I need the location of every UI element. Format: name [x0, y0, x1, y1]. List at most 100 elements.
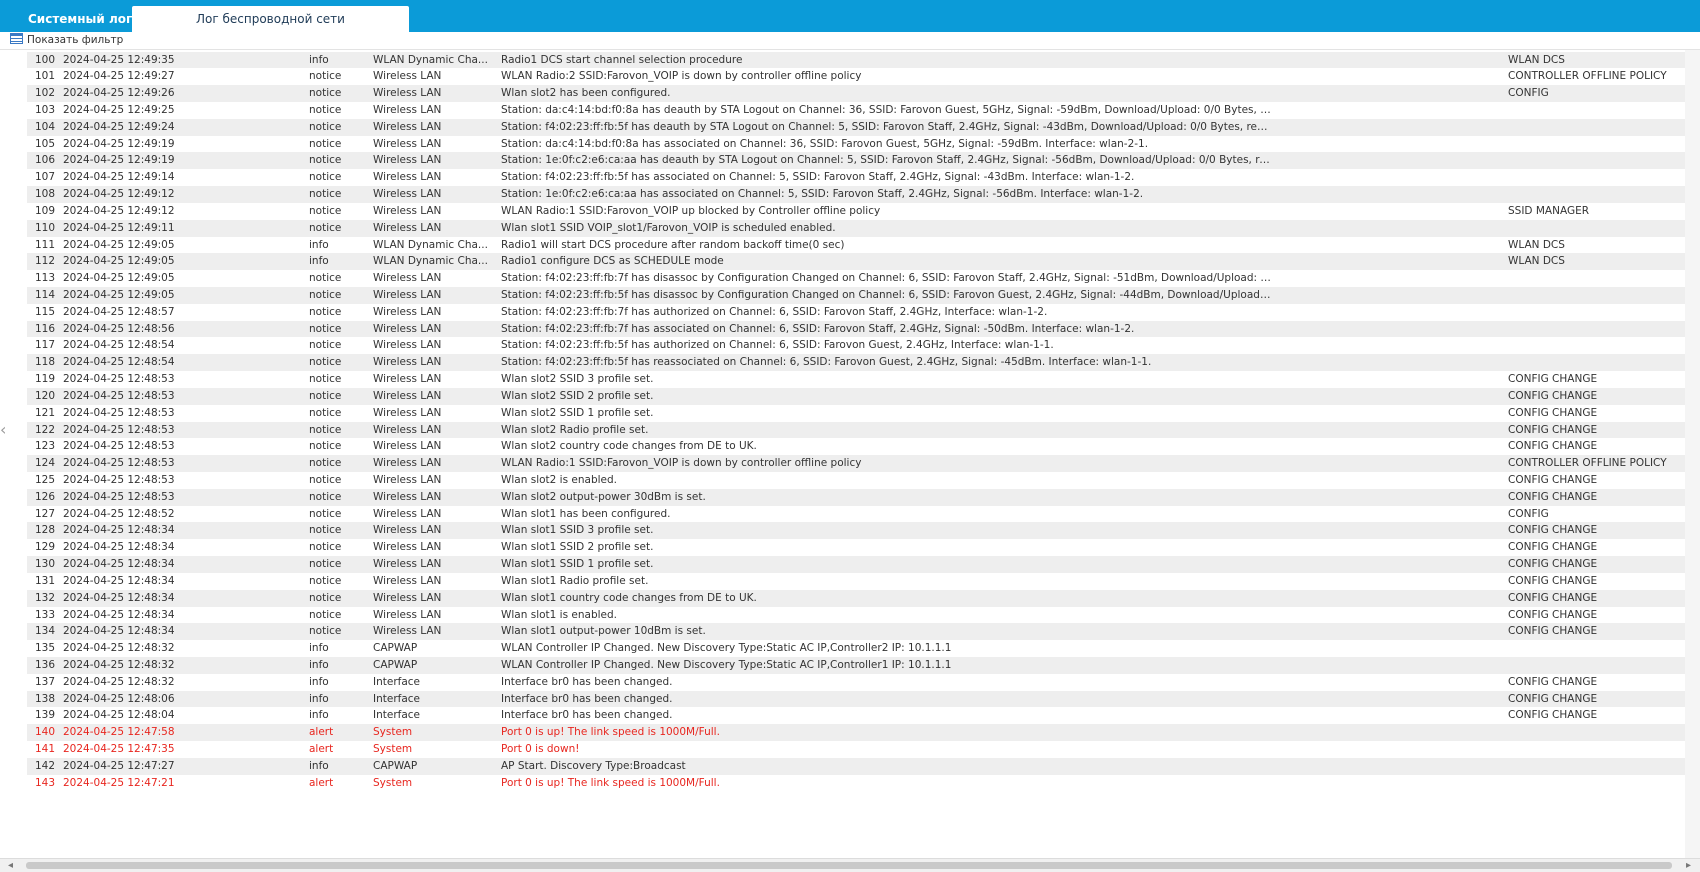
row-timestamp: 2024-04-25 12:48:57	[63, 305, 175, 318]
log-row[interactable]: 138 2024-04-25 12:48:06 info Interface Inter…	[27, 690, 1685, 708]
row-source: WLAN Dynamic Cha...	[373, 255, 488, 268]
log-row[interactable]: 120 2024-04-25 12:48:53 notice Wireless LAN…	[27, 387, 1685, 405]
log-row[interactable]: 119 2024-04-25 12:48:53 notice Wireless LAN…	[27, 371, 1685, 388]
log-row[interactable]: 100 2024-04-25 12:49:35 info WLAN Dynamic C…	[27, 51, 1685, 69]
log-row[interactable]: 122 2024-04-25 12:48:53 notice Wireless LAN…	[27, 421, 1685, 439]
log-row[interactable]: 125 2024-04-25 12:48:53 notice Wireless LAN…	[27, 472, 1685, 489]
row-source: Wireless LAN	[373, 524, 442, 537]
log-row[interactable]: 116 2024-04-25 12:48:56 notice Wireless LAN…	[27, 320, 1685, 338]
row-category: CONFIG CHANGE	[1508, 389, 1598, 402]
row-category: CONFIG CHANGE	[1508, 490, 1598, 503]
log-row[interactable]: 132 2024-04-25 12:48:34 notice Wireless LAN…	[27, 589, 1685, 607]
log-row[interactable]: 109 2024-04-25 12:49:12 notice Wireless LAN…	[27, 202, 1685, 220]
row-category: CONFIG CHANGE	[1508, 709, 1598, 722]
log-row[interactable]: 124 2024-04-25 12:48:53 notice Wireless LAN…	[27, 455, 1685, 472]
log-row[interactable]: 123 2024-04-25 12:48:53 notice Wireless LAN…	[27, 438, 1685, 456]
log-row[interactable]: 130 2024-04-25 12:48:34 notice Wireless LAN…	[27, 556, 1685, 573]
row-number: 100	[34, 53, 55, 66]
row-number: 103	[34, 103, 55, 116]
row-message: Interface br0 has been changed.	[501, 709, 673, 722]
row-message: Station: da:c4:14:bd:f0:8a has associate…	[501, 137, 1149, 150]
row-timestamp: 2024-04-25 12:48:32	[63, 675, 175, 688]
log-row[interactable]: 105 2024-04-25 12:49:19 notice Wireless LAN…	[27, 135, 1685, 153]
scroll-right-icon[interactable]: ▸	[1686, 859, 1691, 872]
row-message: Wlan slot1 SSID 1 profile set.	[501, 558, 654, 571]
log-row[interactable]: 107 2024-04-25 12:49:14 notice Wireless LAN…	[27, 169, 1685, 187]
row-level: notice	[309, 70, 342, 83]
row-message: Station: f4:02:23:ff:fb:5f has disassoc …	[501, 288, 1273, 301]
log-row[interactable]: 143 2024-04-25 12:47:21 alert System Port 0 …	[27, 774, 1685, 792]
row-timestamp: 2024-04-25 12:48:53	[63, 406, 175, 419]
log-row[interactable]: 127 2024-04-25 12:48:52 notice Wireless LAN…	[27, 505, 1685, 523]
log-row[interactable]: 103 2024-04-25 12:49:25 notice Wireless LAN…	[27, 101, 1685, 119]
row-timestamp: 2024-04-25 12:48:06	[63, 692, 175, 705]
collapse-panel-icon[interactable]: ‹	[0, 416, 8, 444]
row-number: 121	[34, 406, 55, 419]
row-number: 126	[34, 490, 55, 503]
log-row[interactable]: 131 2024-04-25 12:48:34 notice Wireless LAN…	[27, 572, 1685, 590]
row-timestamp: 2024-04-25 12:48:56	[63, 322, 175, 335]
row-source: Wireless LAN	[373, 406, 442, 419]
log-row[interactable]: 117 2024-04-25 12:48:54 notice Wireless LAN…	[27, 337, 1685, 355]
log-row[interactable]: 140 2024-04-25 12:47:58 alert System Port 0 …	[27, 724, 1685, 742]
log-row[interactable]: 137 2024-04-25 12:48:32 info Interface Inter…	[27, 673, 1685, 691]
log-row[interactable]: 111 2024-04-25 12:49:05 info WLAN Dynamic C…	[27, 236, 1685, 254]
row-timestamp: 2024-04-25 12:48:34	[63, 574, 175, 587]
log-row[interactable]: 114 2024-04-25 12:49:05 notice Wireless LAN…	[27, 286, 1685, 304]
row-timestamp: 2024-04-25 12:47:21	[63, 776, 175, 789]
row-message: Port 0 is down!	[501, 743, 580, 756]
row-source: System	[373, 726, 413, 739]
row-category: CONFIG CHANGE	[1508, 591, 1598, 604]
row-level: notice	[309, 188, 342, 201]
row-level: alert	[309, 776, 334, 789]
scrollbar-thumb[interactable]	[26, 862, 1672, 869]
log-row[interactable]: 115 2024-04-25 12:48:57 notice Wireless LAN…	[27, 303, 1685, 321]
log-row[interactable]: 101 2024-04-25 12:49:27 notice Wireless LAN…	[27, 68, 1685, 86]
row-timestamp: 2024-04-25 12:48:54	[63, 356, 175, 369]
row-source: Wireless LAN	[373, 171, 442, 184]
row-message: Wlan slot1 SSID VOIP_slot1/Farovon_VOIP …	[501, 221, 836, 234]
scroll-left-icon[interactable]: ◂	[8, 859, 13, 872]
vertical-scrollbar[interactable]	[1685, 50, 1700, 858]
row-level: info	[309, 692, 329, 705]
log-row[interactable]: 139 2024-04-25 12:48:04 info Interface Inter…	[27, 707, 1685, 725]
log-row[interactable]: 108 2024-04-25 12:49:12 notice Wireless LAN…	[27, 186, 1685, 203]
row-source: Wireless LAN	[373, 440, 442, 453]
log-row[interactable]: 126 2024-04-25 12:48:53 notice Wireless LAN…	[27, 488, 1685, 506]
log-row[interactable]: 106 2024-04-25 12:49:19 notice Wireless LAN…	[27, 152, 1685, 170]
tab-system-log[interactable]: Системный лог	[12, 6, 148, 32]
row-message: Port 0 is up! The link speed is 1000M/Fu…	[501, 776, 720, 789]
row-number: 127	[34, 507, 55, 520]
horizontal-scrollbar[interactable]: ◂ ▸	[0, 858, 1700, 872]
log-row[interactable]: 135 2024-04-25 12:48:32 info CAPWAP WLAN Con…	[27, 640, 1685, 657]
row-number: 136	[34, 659, 55, 672]
row-level: notice	[309, 490, 342, 503]
row-message: Wlan slot1 Radio profile set.	[501, 574, 649, 587]
log-row[interactable]: 142 2024-04-25 12:47:27 info CAPWAP AP Start…	[27, 757, 1685, 775]
log-row[interactable]: 128 2024-04-25 12:48:34 notice Wireless LAN…	[27, 522, 1685, 540]
row-level: info	[309, 675, 329, 688]
log-row[interactable]: 133 2024-04-25 12:48:34 notice Wireless LAN…	[27, 606, 1685, 624]
row-message: Radio1 configure DCS as SCHEDULE mode	[501, 255, 724, 268]
log-row[interactable]: 104 2024-04-25 12:49:24 notice Wireless LAN…	[27, 118, 1685, 136]
log-row[interactable]: 110 2024-04-25 12:49:11 notice Wireless LAN…	[27, 219, 1685, 237]
row-timestamp: 2024-04-25 12:49:12	[63, 188, 175, 201]
log-row[interactable]: 129 2024-04-25 12:48:34 notice Wireless LAN…	[27, 539, 1685, 557]
row-level: notice	[309, 474, 342, 486]
row-source: Wireless LAN	[373, 574, 442, 587]
row-number: 133	[34, 608, 55, 621]
row-number: 112	[34, 255, 55, 268]
row-level: info	[309, 53, 329, 66]
log-row[interactable]: 102 2024-04-25 12:49:26 notice Wireless LAN…	[27, 85, 1685, 102]
log-row[interactable]: 136 2024-04-25 12:48:32 info CAPWAP WLAN Con…	[27, 657, 1685, 674]
log-row[interactable]: 118 2024-04-25 12:48:54 notice Wireless LAN…	[27, 354, 1685, 372]
log-row[interactable]: 121 2024-04-25 12:48:53 notice Wireless LAN…	[27, 404, 1685, 422]
row-message: Radio1 will start DCS procedure after ra…	[501, 238, 845, 251]
log-row[interactable]: 141 2024-04-25 12:47:35 alert System Port 0 …	[27, 741, 1685, 758]
show-filter-button[interactable]: Показать фильтр	[10, 33, 123, 48]
log-row[interactable]: 134 2024-04-25 12:48:34 notice Wireless LAN…	[27, 623, 1685, 641]
row-level: notice	[309, 541, 342, 554]
tab-wireless-log[interactable]: Лог беспроводной сети	[132, 6, 409, 32]
log-row[interactable]: 113 2024-04-25 12:49:05 notice Wireless LAN…	[27, 270, 1685, 287]
log-row[interactable]: 112 2024-04-25 12:49:05 info WLAN Dynamic C…	[27, 253, 1685, 271]
